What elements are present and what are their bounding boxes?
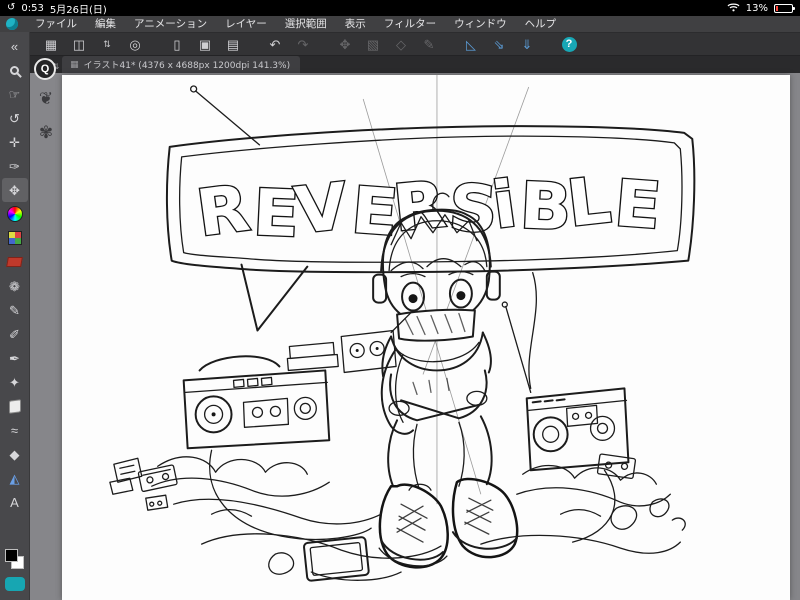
foreground-color-chip[interactable] bbox=[5, 549, 18, 562]
canvas-artwork[interactable]: REVERSiBLE bbox=[62, 75, 790, 600]
fill-tool[interactable]: ◆ bbox=[2, 442, 28, 466]
document-tab-title: イラスト41* (4376 x 4688px 1200dpi 141.3%) bbox=[83, 61, 291, 71]
brush-tool[interactable]: ✒ bbox=[2, 346, 28, 370]
undo-icon[interactable]: ↶ bbox=[262, 34, 288, 54]
canvas-document[interactable]: REVERSiBLE bbox=[62, 75, 790, 600]
tab-thumb-icon: ▦ bbox=[70, 59, 79, 70]
menu-item[interactable]: アニメーション bbox=[125, 16, 216, 33]
menu-item[interactable]: ファイル bbox=[26, 16, 86, 33]
pen-tool[interactable]: ✎ bbox=[2, 298, 28, 322]
eraser-tool[interactable] bbox=[2, 394, 28, 418]
color-wheel[interactable] bbox=[2, 202, 28, 226]
banner-sketch: REVERSiBLE bbox=[165, 85, 696, 390]
rotate-canvas-tool[interactable]: ↺ bbox=[2, 106, 28, 130]
command-bar: ▦ ◫ ⇅ ◎ ▯ ▣ ▤ ↶ ↷ ✥ ▧ ◇ ✎ ◺ ⇘ ⇓? bbox=[30, 33, 800, 56]
document-tab[interactable]: ▦ イラスト41* (4376 x 4688px 1200dpi 141.3%) bbox=[62, 56, 301, 73]
menu-item[interactable]: フィルター bbox=[375, 16, 445, 33]
right-boombox-sketch bbox=[501, 301, 630, 472]
marquee-icon[interactable]: ▧ bbox=[360, 34, 386, 54]
snap-arrow-icon[interactable]: ⇘ bbox=[486, 34, 512, 54]
color-set[interactable] bbox=[2, 226, 28, 250]
edit-pen-icon[interactable]: ✎ bbox=[416, 34, 442, 54]
document-tab-bar: ▦ ⇅ ▦ イラスト41* (4376 x 4688px 1200dpi 141… bbox=[30, 56, 800, 73]
orientation-lock-icon: ↺ bbox=[7, 2, 16, 13]
workspace-grid-icon[interactable]: ▦ bbox=[38, 34, 64, 54]
redo-icon[interactable]: ↷ bbox=[290, 34, 316, 54]
edge-keyboard-button[interactable] bbox=[5, 577, 25, 591]
menu-item[interactable]: ウィンドウ bbox=[445, 16, 516, 33]
download-arrow-icon[interactable]: ⇓ bbox=[514, 34, 540, 54]
tool-palette: « ☞ ↺ ✛ ✑ ✥ ❁ ✎ ✐ ✒ ✦ ≈ ◆ ◭ A bbox=[0, 32, 30, 600]
move-tool[interactable]: ✥ bbox=[1, 178, 28, 202]
text-tool[interactable]: A bbox=[2, 490, 28, 514]
zoom-tool[interactable] bbox=[2, 58, 28, 82]
help-icon[interactable]: ? bbox=[556, 34, 582, 54]
transform-icon[interactable]: ✥ bbox=[332, 34, 358, 54]
blend-tool[interactable]: ≈ bbox=[2, 418, 28, 442]
artwork-title-text: REVERSiBLE bbox=[193, 160, 666, 256]
app-logo-icon[interactable] bbox=[6, 18, 18, 30]
menu-item[interactable]: ヘルプ bbox=[516, 16, 566, 33]
left-boombox-sketch bbox=[182, 309, 414, 450]
figure-tool[interactable]: ◭ bbox=[2, 466, 28, 490]
character-sketch bbox=[372, 192, 519, 569]
color-indicator[interactable] bbox=[0, 546, 30, 572]
menu-bar: ファイル 編集 アニメーション レイヤー 選択範囲 表示 フィルター ウィンドウ ヘルプ bbox=[0, 16, 800, 33]
paper-stepper-icon[interactable]: ▤ bbox=[220, 34, 246, 54]
collapse-panel-icon[interactable]: « bbox=[2, 34, 28, 58]
pencil-tool[interactable]: ✐ bbox=[2, 322, 28, 346]
ruler-pen-icon[interactable]: ◺ bbox=[458, 34, 484, 54]
status-bar: ↺ 0:53 5月26日(日) 13% bbox=[0, 0, 800, 16]
quick-launcher-button[interactable]: Q bbox=[34, 58, 56, 80]
approx-color[interactable] bbox=[2, 250, 28, 274]
battery-icon bbox=[774, 3, 795, 13]
canvas-area: REVERSiBLE bbox=[30, 73, 800, 600]
view-stepper-icon[interactable]: ⇅ bbox=[94, 34, 120, 54]
clear-icon[interactable]: ◇ bbox=[388, 34, 414, 54]
menu-item[interactable]: 表示 bbox=[336, 16, 375, 33]
eyedropper-tool[interactable]: ✑ bbox=[2, 154, 28, 178]
battery-percent: 13% bbox=[745, 2, 768, 14]
clip-studio-icon[interactable]: ◎ bbox=[122, 34, 148, 54]
export-icon[interactable]: ▣ bbox=[192, 34, 218, 54]
new-canvas-icon[interactable]: ▯ bbox=[164, 34, 190, 54]
touch-panel-icon[interactable]: ◫ bbox=[66, 34, 92, 54]
menu-item[interactable]: 選択範囲 bbox=[276, 16, 336, 33]
hand-tool[interactable]: ☞ bbox=[2, 82, 28, 106]
decoration-tool[interactable]: ❁ bbox=[2, 274, 28, 298]
wifi-icon bbox=[727, 2, 740, 15]
clock-time: 0:53 bbox=[21, 2, 44, 14]
menu-item[interactable]: 編集 bbox=[86, 16, 125, 33]
operation-tool[interactable]: ✛ bbox=[2, 130, 28, 154]
menu-item[interactable]: レイヤー bbox=[216, 16, 276, 33]
airbrush-tool[interactable]: ✦ bbox=[2, 370, 28, 394]
quick-stamp-icon-1[interactable]: ❦ bbox=[36, 88, 56, 108]
clock-date: 5月26日(日) bbox=[49, 4, 107, 16]
quick-stamp-icon-2[interactable]: ✾ bbox=[36, 122, 56, 142]
